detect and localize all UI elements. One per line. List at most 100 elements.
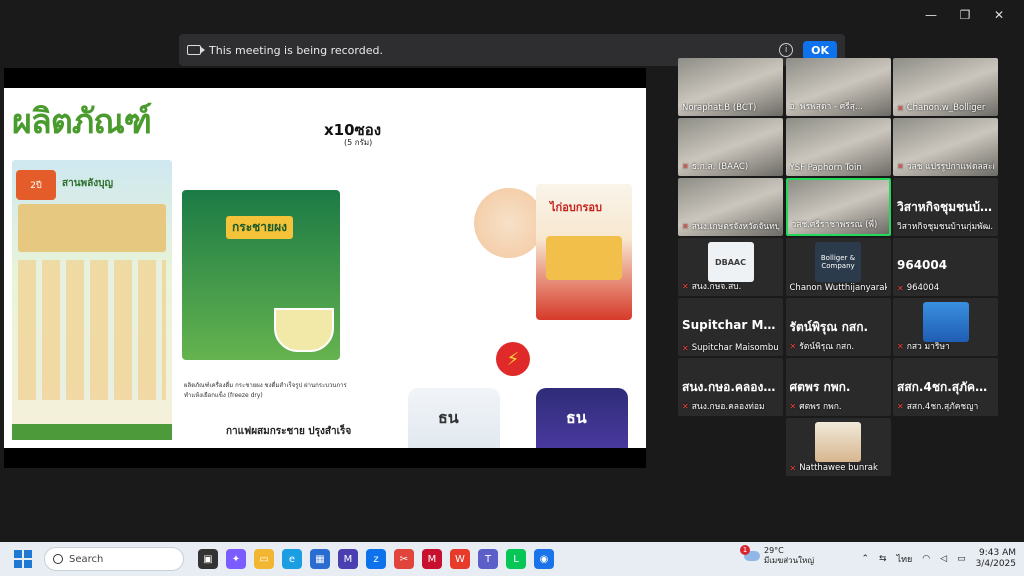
participant-name-label: ✕ ศตพร กพก. (790, 399, 887, 413)
cloud-icon: 1 (740, 545, 760, 561)
slide-title: ผลิตภัณฑ์ (12, 102, 152, 142)
chevron-up-icon[interactable]: ⌃ (861, 554, 869, 564)
participant-tile[interactable]: Noraphat.B (BCT) (678, 58, 783, 116)
participant-tile[interactable]: อ. พรพสุดา - ศรีสุ... (785, 58, 891, 116)
energy-can-white: ธน (408, 388, 500, 448)
windows-start-icon[interactable] (14, 550, 32, 568)
chip-pile (546, 236, 622, 280)
taskbar-apps: ▣ ✦ ▭ e ▦ Mz ✂ M W T L ◉ (198, 549, 554, 569)
line-icon[interactable]: L (506, 549, 526, 569)
participant-name: วสช แปรรูปกาแฟดลสะดือ... (906, 162, 994, 172)
participant-name-label: ✕ สสก.4ชก.สุภัคชญา (897, 399, 994, 413)
wifi-icon[interactable]: ◠ (922, 554, 930, 564)
powder-box-label: กระชายผง (226, 216, 293, 239)
can-brand: ธน (438, 408, 459, 427)
muted-mic-icon: ✕ (682, 343, 689, 353)
participant-tile[interactable]: รัตน์พิรุณ กสก. ✕ รัตน์พิรุณ กสก. (785, 298, 891, 356)
copilot-icon[interactable]: ✦ (226, 549, 246, 569)
participant-name-label: ✕สนง.เกษตรจังหวัดจันทบุรี... (682, 219, 779, 233)
participant-tile[interactable]: ✕ ธ.ก.ส. (BAAC) (678, 118, 783, 176)
participant-display-name: สนง.กษอ.คลองท่อม (682, 380, 779, 394)
snip-icon[interactable]: ✂ (394, 549, 414, 569)
participant-name: สสก.4ชก.สุภัคชญา (906, 402, 979, 412)
store-icon[interactable]: ▦ (310, 549, 330, 569)
zoom-icon[interactable]: z (366, 549, 386, 569)
participant-name: Supitchar Maisombun (691, 343, 779, 353)
poster-brand: สานพลังบุญ (62, 178, 114, 189)
mcafee-icon[interactable]: M (422, 549, 442, 569)
zoom-window: — ❐ ✕ This meeting is being recorded. i … (0, 0, 1024, 576)
volume-icon[interactable]: ◁ (940, 554, 947, 564)
clock-time: 9:43 AM (979, 548, 1016, 558)
minimize-button[interactable]: — (914, 4, 948, 26)
shared-slide: ผลิตภัณฑ์ 2ปี สานพลังบุญ กระชายผง x10ซอง… (4, 88, 646, 448)
muted-mic-icon: ✕ (682, 161, 689, 171)
quantity-sub: (5 กรัม) (344, 138, 373, 147)
participant-tile[interactable]: YSF Paphorn Toin (785, 118, 891, 176)
lightning-icon: ⚡ (496, 342, 530, 376)
participant-tile[interactable]: วสช.ศรีราชาพรรณ (พี่) (785, 178, 891, 236)
participant-name-label: ✕วสช แปรรูปกาแฟดลสะดือ... (897, 159, 994, 173)
muted-mic-icon: ✕ (682, 401, 689, 411)
teams-icon[interactable]: T (478, 549, 498, 569)
participant-name: สนง.เกษตรจังหวัดจันทบุรี... (691, 222, 779, 232)
poster-ribbon: 2ปี (16, 170, 56, 200)
participant-name: อ. พรพสุดา - ศรีสุ... (789, 102, 864, 112)
weather-temp: 29°C (764, 546, 784, 555)
participant-tile[interactable]: ศตพร กพก. ✕ ศตพร กพก. (785, 358, 891, 416)
battery-icon[interactable]: ▭ (957, 554, 966, 564)
participant-name-label: ✕ Supitchar Maisombun (682, 343, 779, 353)
participant-name: ศตพร กพก. (799, 402, 842, 412)
app-icon[interactable]: ◉ (534, 549, 554, 569)
participant-tile[interactable]: Bolliger & Company Chanon Wutthijanyarak (785, 238, 891, 296)
language-indicator[interactable]: ไทย (897, 552, 913, 566)
participant-name-label: อ. พรพสุดา - ศรีสุ... (790, 99, 887, 113)
participant-tile[interactable]: วิสาหกิจชุมชนบ้า... วิสาหกิจชุมชนบ้านกุ่ม… (893, 178, 998, 236)
clock[interactable]: 9:43 AM 3/4/2025 (976, 548, 1016, 570)
taskbar-search[interactable]: Search (44, 547, 184, 571)
weather-widget[interactable]: 1 29°C มีเมฆส่วนใหญ่ (740, 545, 814, 566)
muted-mic-icon: ✕ (897, 341, 904, 351)
participant-name-label: วสช.ศรีราชาพรรณ (พี่) (792, 217, 885, 231)
restore-button[interactable]: ❐ (948, 4, 982, 26)
participant-tile[interactable]: ✕วสช แปรรูปกาแฟดลสะดือ... (893, 118, 998, 176)
search-icon (53, 554, 63, 564)
participant-tile[interactable]: ✕สนง.เกษตรจังหวัดจันทบุรี... (678, 178, 783, 236)
clock-date: 3/4/2025 (975, 559, 1016, 569)
participant-name: วสช.ศรีราชาพรรณ (พี่) (791, 220, 878, 230)
chip-bag-title: ไก่อบกรอบ (550, 201, 602, 214)
participant-name-label: ✕ รัตน์พิรุณ กสก. (790, 339, 887, 353)
participant-name: กสว มาริษา (906, 342, 950, 352)
edge-icon[interactable]: e (282, 549, 302, 569)
participant-name: วิสาหกิจชุมชนบ้านกุ่มพัฒ... (897, 222, 994, 232)
ok-button[interactable]: OK (803, 40, 837, 60)
chip-bag-image: ไก่อบกรอบ (536, 184, 632, 320)
participant-name-label: ✕ Chanon.w_Bolliger (897, 103, 994, 113)
participant-tile[interactable]: 964004 ✕ 964004 (893, 238, 998, 296)
participant-tile[interactable]: ✕ กสว มาริษา (893, 298, 998, 356)
participant-tile[interactable]: ✕ Chanon.w_Bolliger (893, 58, 998, 116)
participant-tile[interactable]: ✕ Natthawee bunrak (785, 418, 891, 476)
explorer-icon[interactable]: ▭ (254, 549, 274, 569)
poster-footer (12, 424, 172, 440)
participant-gallery: Noraphat.B (BCT) อ. พรพสุดา - ศรีสุ... ✕ Ch… (678, 58, 998, 478)
participant-name: สนง.กษจ.สบ. (691, 282, 742, 292)
poster-band (18, 204, 166, 252)
participant-name: Chanon Wutthijanyarak (789, 283, 887, 293)
poster-grid (18, 260, 166, 400)
pen-icon[interactable]: M (338, 549, 358, 569)
participant-tile[interactable]: DBAAC ✕ สนง.กษจ.สบ. (678, 238, 783, 296)
participant-tile[interactable]: Supitchar Maiso... ✕Supitchar Maisombun (678, 298, 783, 356)
participant-tile[interactable]: สสก.4ชก.สุภัคชญา ✕ สสก.4ชก.สุภัคชญา (893, 358, 998, 416)
participant-avatar: Bolliger & Company (815, 242, 861, 282)
taskview-icon[interactable]: ▣ (198, 549, 218, 569)
participant-display-name: 964004 (897, 258, 948, 272)
window-controls: — ❐ ✕ (914, 4, 1016, 26)
participant-tile[interactable]: สนง.กษอ.คลองท่อม ✕ สนง.กษอ.คลองท่อม (678, 358, 783, 416)
wps-icon[interactable]: W (450, 549, 470, 569)
muted-mic-icon: ✕ (897, 161, 904, 171)
recording-message: This meeting is being recorded. (209, 43, 383, 57)
info-icon[interactable]: i (779, 43, 794, 57)
close-button[interactable]: ✕ (982, 4, 1016, 26)
network-share-icon[interactable]: ⇆ (879, 554, 887, 564)
